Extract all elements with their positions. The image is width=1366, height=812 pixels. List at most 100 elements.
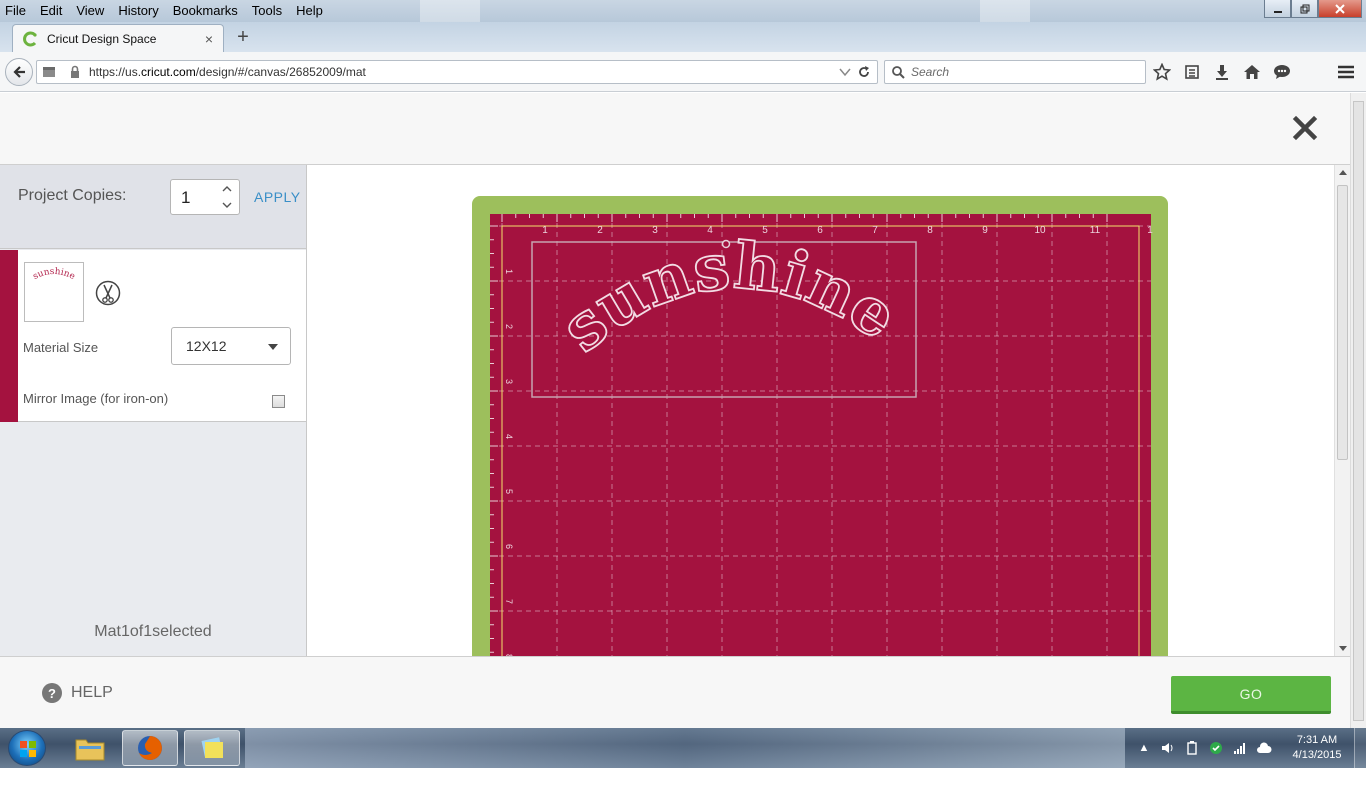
tab-cricut-design-space[interactable]: Cricut Design Space ×	[12, 24, 224, 52]
taskbar-backdrop	[245, 728, 1125, 768]
folder-icon	[75, 739, 105, 761]
mat-sidebar: Project Copies: 1 APPLY sunshine Materia…	[0, 165, 307, 656]
left-ruler-label: 3	[504, 379, 514, 384]
clock-date: 4/13/2015	[1292, 749, 1342, 761]
minimize-icon	[1273, 10, 1282, 13]
go-button[interactable]: GO	[1171, 676, 1331, 714]
toolbar-icons	[1152, 62, 1292, 82]
volume-icon[interactable]	[1160, 740, 1176, 756]
minimize-button[interactable]	[1264, 0, 1291, 18]
menu-help[interactable]: Help	[294, 3, 325, 18]
network-signal-icon[interactable]	[1232, 740, 1248, 756]
left-ruler-label: 6	[504, 544, 514, 549]
mirror-image-label: Mirror Image (for iron-on)	[23, 391, 169, 406]
material-size-select[interactable]: 12X12	[171, 327, 291, 365]
tab-title: Cricut Design Space	[47, 31, 157, 46]
left-ruler-label: 4	[504, 434, 514, 439]
svg-text:sunshine: sunshine	[32, 267, 77, 282]
tab-strip: Cricut Design Space × +	[0, 22, 1366, 52]
search-icon	[892, 66, 905, 79]
top-ruler-label: 10	[1034, 225, 1046, 236]
dropdown-icon[interactable]	[839, 66, 851, 78]
search-bar[interactable]: Search	[884, 60, 1146, 84]
back-arrow-icon	[13, 66, 25, 78]
app-header	[0, 93, 1350, 165]
show-desktop-button[interactable]	[1354, 728, 1366, 768]
bookmark-star-icon[interactable]	[1152, 62, 1172, 82]
cloud-icon[interactable]	[1256, 740, 1272, 756]
top-ruler-label: 8	[927, 225, 933, 236]
top-ruler-label: 2	[597, 225, 603, 236]
sticky-notes-icon	[201, 737, 223, 758]
top-ruler-label: 3	[652, 225, 658, 236]
menu-tools[interactable]: Tools	[250, 3, 284, 18]
scroll-up-icon[interactable]	[1339, 170, 1347, 175]
window-titlebar: File Edit View History Bookmarks Tools H…	[0, 0, 1366, 22]
mirror-image-checkbox[interactable]	[272, 395, 285, 408]
new-tab-button[interactable]: +	[232, 26, 254, 48]
navigation-bar: https://us.cricut.com/design/#/canvas/26…	[0, 52, 1366, 92]
top-ruler-label: 6	[817, 225, 823, 236]
chevron-down-icon	[268, 344, 278, 350]
menu-history[interactable]: History	[116, 3, 160, 18]
lock-icon	[71, 65, 79, 78]
page-scroll-thumb[interactable]	[1353, 101, 1364, 721]
material-size-value: 12X12	[186, 338, 227, 354]
window-close-button[interactable]	[1318, 0, 1362, 18]
site-identity-icon	[43, 67, 55, 77]
decrement-button[interactable]	[217, 197, 237, 213]
chevron-down-icon	[222, 202, 232, 208]
project-copies-stepper[interactable]: 1	[170, 179, 240, 215]
mat-canvas[interactable]: 12345678910111 12345678 sunshine	[308, 165, 1334, 656]
windows-taskbar: ▲ 7:31 AM 4/13/2015	[0, 728, 1366, 768]
battery-icon[interactable]	[1184, 740, 1200, 756]
menu-file[interactable]: File	[3, 3, 28, 18]
taskbar-app[interactable]	[184, 730, 240, 766]
bookmarks-list-icon[interactable]	[1182, 62, 1202, 82]
page-scrollbar[interactable]	[1350, 93, 1366, 728]
firefox-icon	[138, 736, 162, 760]
canvas-scrollbar[interactable]	[1334, 165, 1350, 656]
chat-icon[interactable]	[1272, 62, 1292, 82]
back-button[interactable]	[5, 58, 33, 86]
tab-close-icon[interactable]: ×	[205, 31, 213, 47]
left-ruler-label: 7	[504, 599, 514, 604]
cut-scissors-icon	[95, 280, 121, 306]
top-ruler-label: 9	[982, 225, 988, 236]
menu-bookmarks[interactable]: Bookmarks	[171, 3, 240, 18]
reload-icon[interactable]	[857, 65, 871, 79]
hamburger-menu-icon[interactable]	[1336, 62, 1356, 82]
taskbar-firefox[interactable]	[122, 730, 178, 766]
left-ruler-label: 2	[504, 324, 514, 329]
cricut-favicon-icon	[23, 31, 37, 46]
chevron-up-icon	[222, 186, 232, 192]
mat-thumbnail[interactable]: sunshine	[24, 262, 84, 322]
restore-icon	[1300, 4, 1309, 13]
restore-button[interactable]	[1291, 0, 1318, 18]
help-link[interactable]: ? HELP	[42, 683, 113, 703]
home-icon[interactable]	[1242, 62, 1262, 82]
start-button[interactable]	[8, 730, 46, 766]
downloads-icon[interactable]	[1212, 62, 1232, 82]
show-hidden-icons[interactable]: ▲	[1136, 740, 1152, 756]
increment-button[interactable]	[217, 181, 237, 197]
menu-view[interactable]: View	[74, 3, 106, 18]
scroll-down-icon[interactable]	[1339, 646, 1347, 651]
taskbar-clock[interactable]: 7:31 AM 4/13/2015	[1282, 733, 1352, 763]
app-footer: ? HELP GO	[0, 656, 1350, 728]
mat-preview-app: Project Copies: 1 APPLY sunshine Materia…	[0, 93, 1366, 728]
desktop-backdrop	[420, 0, 480, 22]
screen-bottom-margin	[0, 768, 1366, 812]
mat-list-item[interactable]: sunshine Material Size 12X12 Mirror Imag…	[0, 250, 306, 422]
update-icon[interactable]	[1208, 740, 1224, 756]
taskbar-explorer[interactable]	[62, 730, 118, 766]
go-label: GO	[1239, 685, 1263, 702]
canvas-scroll-thumb[interactable]	[1337, 185, 1348, 460]
material-size-label: Material Size	[23, 340, 99, 355]
url-bar[interactable]: https://us.cricut.com/design/#/canvas/26…	[36, 60, 878, 84]
close-icon[interactable]	[1292, 115, 1318, 141]
clock-time: 7:31 AM	[1296, 734, 1338, 746]
menu-edit[interactable]: Edit	[38, 3, 64, 18]
url-text: https://us.cricut.com/design/#/canvas/26…	[89, 65, 366, 79]
apply-button[interactable]: APPLY	[254, 189, 301, 205]
